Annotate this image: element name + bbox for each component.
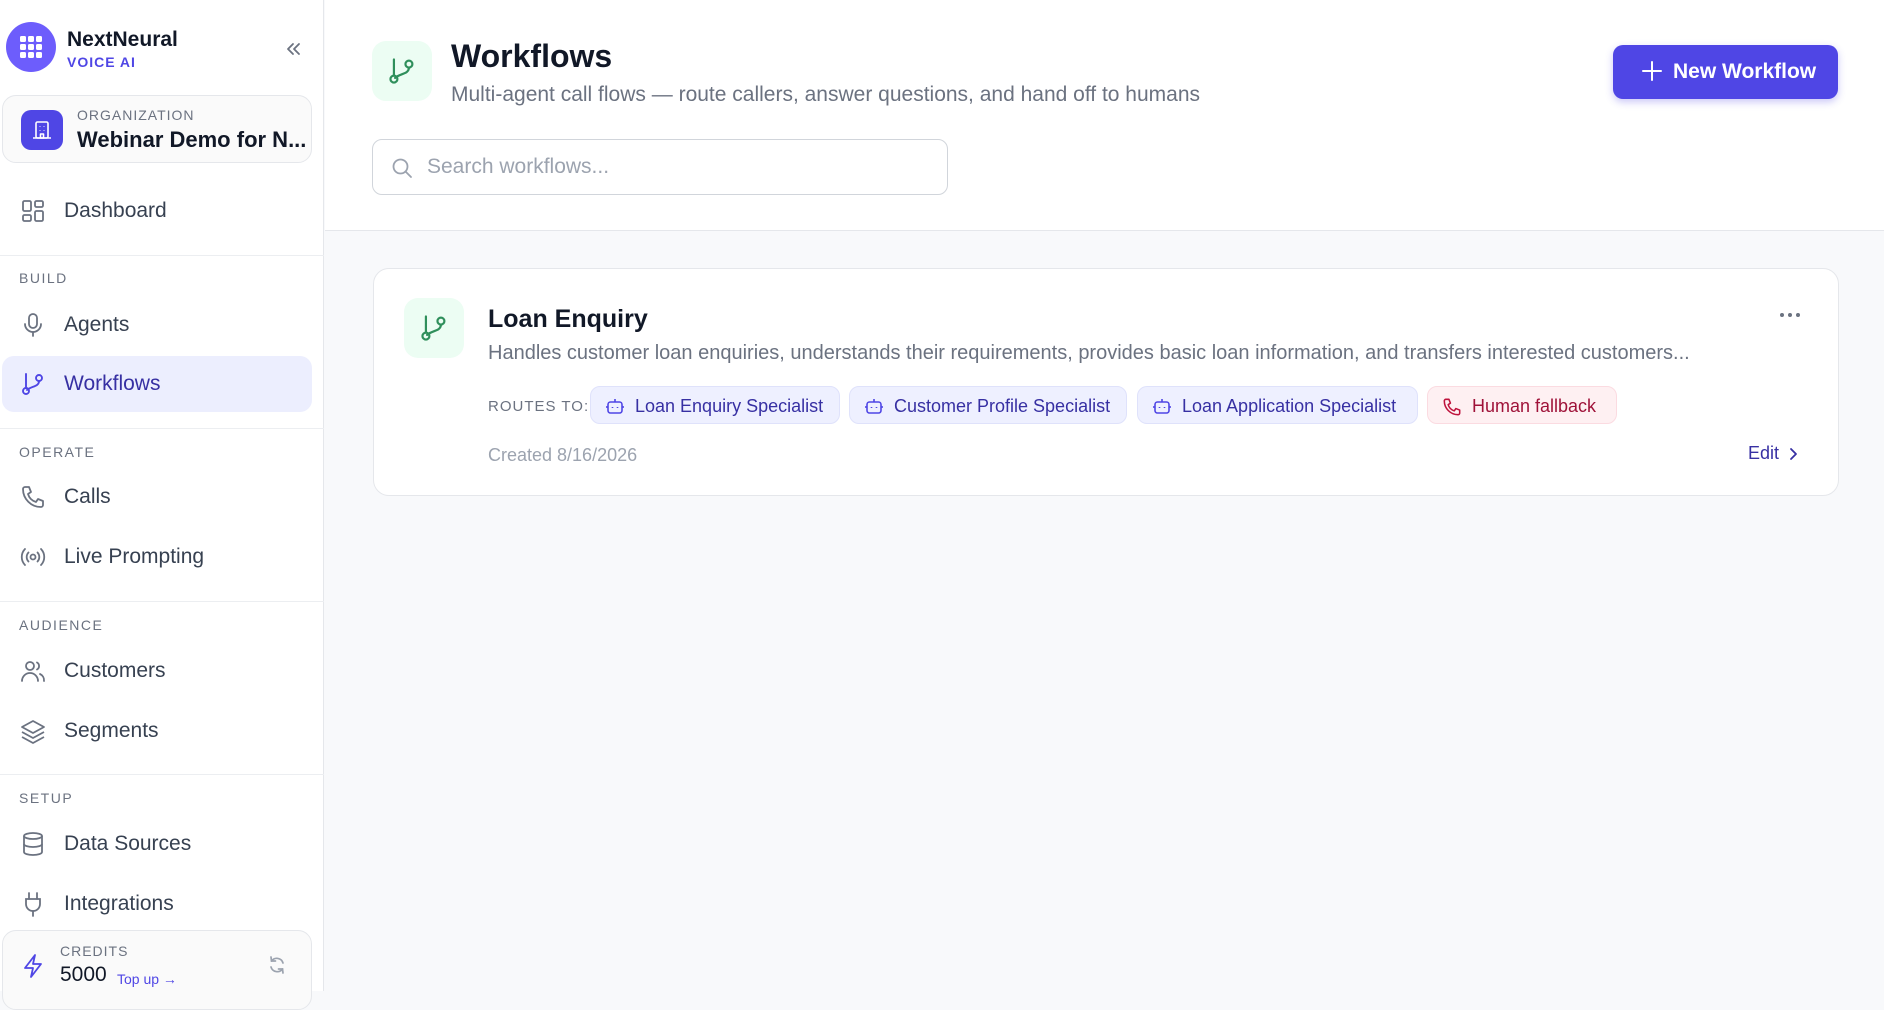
section-label-operate: OPERATE (19, 444, 96, 460)
sidebar-divider (0, 774, 324, 775)
bot-icon (606, 399, 624, 414)
page-subtitle: Multi-agent call flows — route callers, … (451, 83, 1201, 106)
workflow-header-icon (372, 41, 432, 101)
sidebar-item-label: Calls (64, 485, 111, 508)
credits-label: CREDITS (60, 943, 129, 959)
users-icon (21, 661, 45, 682)
routes-label: ROUTES TO: (488, 398, 590, 415)
layers-icon (21, 720, 45, 744)
sidebar-item-agents[interactable]: Agents (2, 297, 312, 353)
section-label-audience: AUDIENCE (19, 617, 104, 633)
new-workflow-label: New Workflow (1673, 60, 1817, 83)
phone-icon (1443, 398, 1461, 416)
git-branch-icon (421, 315, 446, 341)
workflow-created-date: Created 8/16/2026 (488, 445, 638, 465)
route-chip-human[interactable]: Human fallback (1427, 386, 1617, 424)
page-header: Workflows Multi-agent call flows — route… (325, 0, 1884, 231)
plus-icon (1642, 61, 1662, 81)
search-input[interactable] (425, 150, 925, 184)
workflow-description: Handles customer loan enquiries, underst… (488, 342, 1690, 364)
bot-icon (1153, 399, 1171, 414)
microphone-icon (24, 313, 42, 337)
sidebar-item-dashboard[interactable]: Dashboard (2, 183, 312, 239)
search-icon (392, 158, 412, 178)
route-label: Loan Application Specialist (1182, 396, 1397, 416)
sidebar: NextNeural VOICE AI ORGANIZATION Webinar… (0, 0, 324, 1010)
sidebar-item-label: Segments (64, 719, 159, 742)
route-label: Loan Enquiry Specialist (635, 396, 824, 416)
lightning-icon (24, 954, 42, 978)
more-options-button[interactable] (1774, 303, 1806, 327)
sidebar-divider (0, 601, 324, 602)
sidebar-item-label: Workflows (64, 372, 161, 395)
top-up-link[interactable]: Top up → (117, 971, 177, 987)
sidebar-item-integrations[interactable]: Integrations (2, 876, 312, 932)
sidebar-item-label: Data Sources (64, 832, 192, 855)
route-label: Customer Profile Specialist (894, 396, 1111, 416)
page-title: Workflows (451, 38, 613, 74)
sidebar-item-label: Dashboard (64, 199, 167, 222)
credits-panel: CREDITS 5000 Top up → (2, 930, 312, 1010)
sidebar-divider (0, 428, 324, 429)
edit-label: Edit (1748, 443, 1780, 463)
section-label-build: BUILD (19, 270, 68, 286)
route-chip-agent[interactable]: Loan Enquiry Specialist (590, 386, 840, 424)
building-icon (21, 110, 63, 150)
grid-logo-icon (6, 22, 56, 72)
sidebar-item-label: Live Prompting (64, 545, 205, 568)
collapse-sidebar-button[interactable] (278, 34, 308, 64)
plug-icon (25, 892, 41, 917)
sidebar-item-live-prompting[interactable]: Live Prompting (2, 529, 312, 585)
organization-name: Webinar Demo for N... (77, 127, 305, 152)
sidebar-item-label: Customers (64, 659, 166, 682)
workflow-card[interactable]: Loan Enquiry Handles customer loan enqui… (373, 268, 1839, 496)
brand: NextNeural VOICE AI (6, 20, 316, 74)
git-branch-icon (389, 58, 414, 84)
credits-value: 5000 (60, 963, 107, 986)
brand-tagline: VOICE AI (67, 54, 136, 70)
sidebar-item-label: Integrations (64, 892, 174, 915)
new-workflow-button[interactable]: New Workflow (1613, 45, 1838, 99)
broadcast-icon (20, 548, 46, 566)
refresh-icon[interactable] (267, 955, 287, 975)
more-horizontal-icon (1780, 313, 1800, 317)
route-chip-agent[interactable]: Loan Application Specialist (1137, 386, 1418, 424)
sidebar-item-customers[interactable]: Customers (2, 643, 312, 699)
bot-icon (865, 399, 883, 414)
organization-label: ORGANIZATION (77, 107, 195, 123)
workflow-title: Loan Enquiry (488, 305, 648, 333)
chevrons-left-icon (287, 43, 300, 55)
sidebar-item-segments[interactable]: Segments (2, 703, 312, 759)
route-label: Human fallback (1472, 396, 1597, 416)
chevron-right-icon (1790, 447, 1797, 460)
organization-switcher[interactable]: ORGANIZATION Webinar Demo for N... (2, 95, 312, 163)
sidebar-divider (0, 255, 324, 256)
edit-workflow-link[interactable]: Edit (1748, 443, 1799, 464)
dashboard-icon (22, 200, 44, 222)
database-icon (23, 832, 43, 856)
sidebar-item-data-sources[interactable]: Data Sources (2, 816, 312, 872)
sidebar-item-calls[interactable]: Calls (2, 469, 312, 525)
workflow-card-icon (404, 298, 464, 358)
brand-name: NextNeural (67, 28, 178, 51)
search-box (372, 139, 948, 195)
sidebar-item-workflows[interactable]: Workflows (2, 356, 312, 412)
phone-icon (22, 486, 44, 508)
section-label-setup: SETUP (19, 790, 74, 806)
git-branch-icon (22, 373, 43, 395)
route-chip-agent[interactable]: Customer Profile Specialist (849, 386, 1127, 424)
sidebar-item-label: Agents (64, 313, 130, 336)
